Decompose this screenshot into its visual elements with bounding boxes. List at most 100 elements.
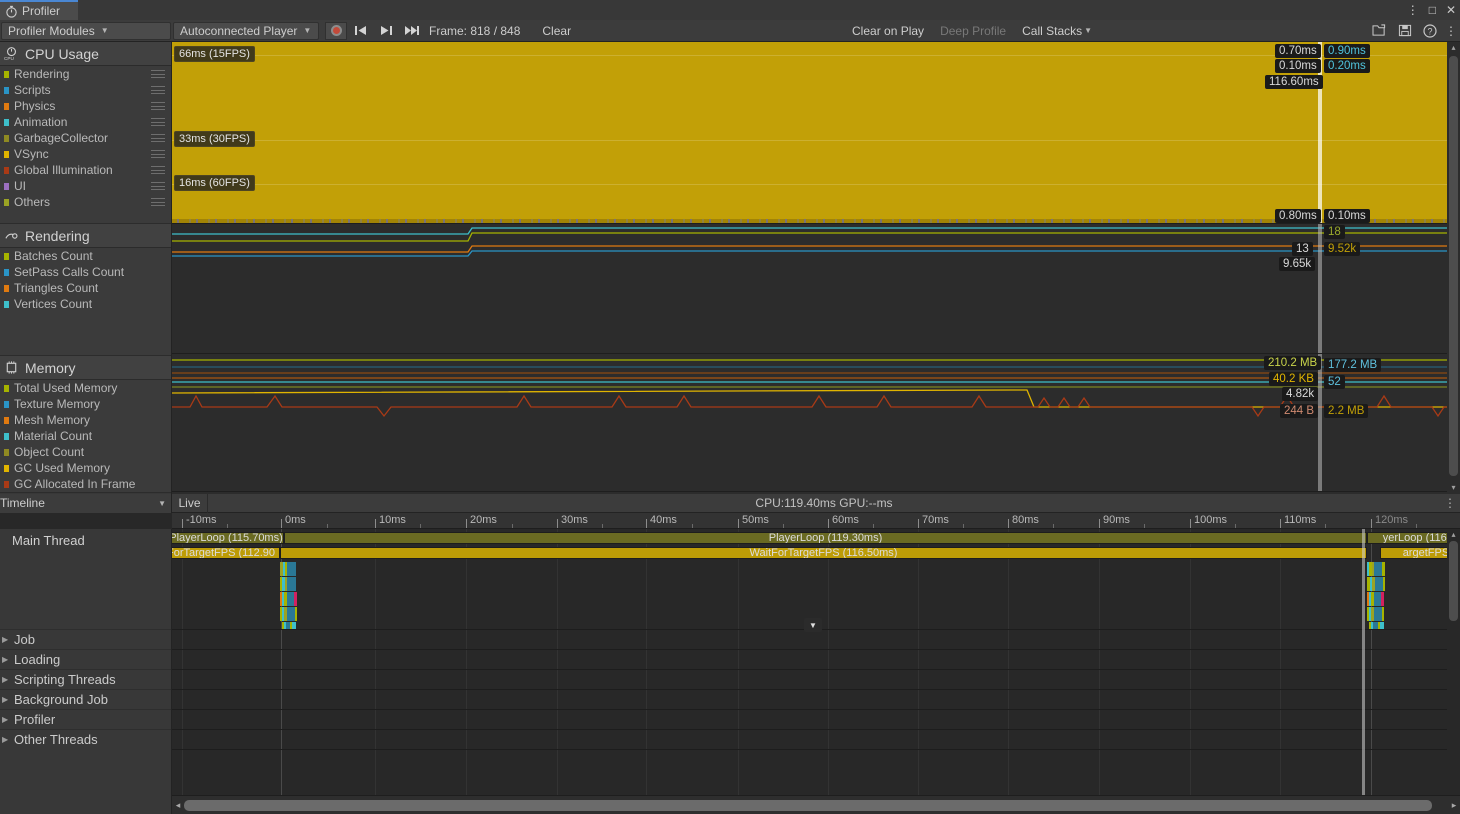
rendering-chart[interactable]: 13 9.65k 18 9.52k	[172, 224, 1460, 354]
expand-triangle-icon[interactable]: ▶	[2, 715, 10, 724]
tab-profiler[interactable]: Profiler	[0, 0, 78, 20]
thread-row-profiler[interactable]: ▶ Profiler	[0, 709, 171, 729]
thread-row-job[interactable]: ▶ Job	[0, 629, 171, 649]
counter-row[interactable]: Triangles Count	[0, 280, 171, 296]
module-header-cpu[interactable]: CPU CPU Usage	[0, 42, 171, 66]
counter-row[interactable]: Total Used Memory	[0, 380, 171, 396]
chevron-down-icon[interactable]: ▼	[1084, 26, 1092, 35]
drag-handle-icon[interactable]	[151, 150, 165, 158]
live-button[interactable]: Live	[172, 494, 208, 513]
thread-row-background-job[interactable]: ▶ Background Job	[0, 689, 171, 709]
window-kebab-icon[interactable]: ⋮	[1407, 4, 1419, 16]
counter-row[interactable]: Others	[0, 194, 171, 210]
drag-handle-icon[interactable]	[151, 86, 165, 94]
counter-row[interactable]: Mesh Memory	[0, 412, 171, 428]
record-button[interactable]	[325, 22, 347, 40]
frame-cursor[interactable]	[1318, 354, 1322, 492]
timeline-span[interactable]: PlayerLoop (119.30ms)	[284, 532, 1367, 544]
maximize-icon[interactable]: □	[1429, 4, 1436, 16]
timeline-frame-cursor[interactable]	[1362, 529, 1365, 795]
scroll-down-arrow-icon[interactable]: ▾	[1447, 482, 1460, 494]
last-frame-button[interactable]	[399, 22, 425, 40]
expand-flyout-button[interactable]: ▼	[804, 618, 822, 632]
counter-row[interactable]: Scripts	[0, 82, 171, 98]
timeline-span[interactable]: WaitForTargetFPS (116.50ms)	[280, 547, 1367, 559]
counter-row[interactable]: Rendering	[0, 66, 171, 82]
expand-triangle-icon[interactable]: ▶	[2, 635, 10, 644]
expand-triangle-icon[interactable]: ▶	[2, 655, 10, 664]
module-cpu-usage[interactable]: CPU CPU Usage Rendering Scripts Physics	[0, 42, 171, 224]
counter-row[interactable]: GC Allocated In Frame	[0, 476, 171, 492]
drag-handle-icon[interactable]	[151, 166, 165, 174]
drag-handle-icon[interactable]	[151, 102, 165, 110]
drag-handle-icon[interactable]	[151, 118, 165, 126]
first-frame-button[interactable]	[347, 22, 373, 40]
expand-triangle-icon[interactable]: ▶	[2, 735, 10, 744]
close-icon[interactable]: ✕	[1446, 4, 1456, 16]
charts-panel: 66ms (15FPS) 33ms (30FPS) 16ms (60FPS) 0…	[172, 42, 1460, 494]
timeline-ruler[interactable]: -10ms 0ms 10ms 20ms 30ms 40ms 50ms 60ms …	[172, 513, 1460, 529]
scroll-up-arrow-icon[interactable]: ▴	[1447, 529, 1460, 541]
counter-row[interactable]: Animation	[0, 114, 171, 130]
thread-row-other-threads[interactable]: ▶ Other Threads	[0, 729, 171, 749]
counter-row[interactable]: Global Illumination	[0, 162, 171, 178]
chevron-down-icon: ▼	[101, 26, 109, 35]
thread-label-main: Main Thread	[0, 533, 171, 548]
connection-target-dropdown[interactable]: Autoconnected Player ▼	[173, 22, 319, 40]
expand-triangle-icon[interactable]: ▶	[2, 695, 10, 704]
counter-row[interactable]: Vertices Count	[0, 296, 171, 312]
load-profile-icon[interactable]	[1367, 21, 1392, 41]
counter-row[interactable]: Batches Count	[0, 248, 171, 264]
timeline-span[interactable]: yerLoop (116.70m	[1367, 532, 1447, 544]
clear-on-play-toggle[interactable]: Clear on Play	[844, 22, 932, 40]
clear-button[interactable]: Clear	[534, 22, 579, 40]
counter-row[interactable]: SetPass Calls Count	[0, 264, 171, 280]
timeline-view-dropdown[interactable]: Timeline ▼	[0, 494, 172, 513]
thread-row-loading[interactable]: ▶ Loading	[0, 649, 171, 669]
counter-row[interactable]: Texture Memory	[0, 396, 171, 412]
charts-scroll-thumb[interactable]	[1449, 56, 1458, 476]
help-icon[interactable]: ?	[1417, 21, 1442, 41]
module-rendering[interactable]: Rendering Batches Count SetPass Calls Co…	[0, 224, 171, 356]
timeline-span[interactable]: ForTargetFPS (112.90	[172, 547, 280, 559]
drag-handle-icon[interactable]	[151, 198, 165, 206]
counter-row[interactable]: VSync	[0, 146, 171, 162]
hscroll-thumb[interactable]	[184, 800, 1432, 811]
scroll-right-arrow-icon[interactable]: ▸	[1448, 800, 1460, 811]
scroll-up-arrow-icon[interactable]: ▴	[1447, 42, 1460, 54]
drag-handle-icon[interactable]	[151, 134, 165, 142]
profiler-modules-dropdown[interactable]: Profiler Modules ▼	[1, 22, 171, 40]
timeline-canvas[interactable]: PlayerLoop (115.70ms) ForTargetFPS (112.…	[172, 529, 1447, 795]
save-profile-icon[interactable]	[1392, 21, 1417, 41]
timeline-horizontal-scrollbar[interactable]: ◂ ▸	[172, 795, 1460, 814]
memory-chart[interactable]: 210.2 MB 40.2 KB 4.82k 244 B 177.2 MB 52…	[172, 354, 1460, 492]
timeline-vertical-scrollbar[interactable]: ▴	[1447, 529, 1460, 795]
counter-row[interactable]: GarbageCollector	[0, 130, 171, 146]
expand-triangle-icon[interactable]: ▶	[2, 675, 10, 684]
charts-vertical-scrollbar[interactable]: ▴ ▾	[1447, 42, 1460, 494]
module-memory[interactable]: Memory Total Used Memory Texture Memory …	[0, 356, 171, 493]
next-frame-button[interactable]	[373, 22, 399, 40]
call-stacks-dropdown[interactable]: Call Stacks	[1014, 22, 1084, 40]
scroll-left-arrow-icon[interactable]: ◂	[172, 800, 184, 811]
frame-cursor[interactable]	[1318, 224, 1322, 354]
counter-row[interactable]: Physics	[0, 98, 171, 114]
timeline-span[interactable]: argetFPS (11	[1380, 547, 1447, 559]
counter-row[interactable]: Material Count	[0, 428, 171, 444]
deep-profile-toggle[interactable]: Deep Profile	[932, 22, 1014, 40]
module-header-rendering[interactable]: Rendering	[0, 224, 171, 248]
module-header-memory[interactable]: Memory	[0, 356, 171, 380]
counter-row[interactable]: Object Count	[0, 444, 171, 460]
thread-row-scripting-threads[interactable]: ▶ Scripting Threads	[0, 669, 171, 689]
counter-row[interactable]: GC Used Memory	[0, 460, 171, 476]
drag-handle-icon[interactable]	[151, 182, 165, 190]
timeline-scroll-thumb[interactable]	[1449, 541, 1458, 621]
hscroll-track[interactable]	[184, 800, 1448, 811]
timeline-more-options-icon[interactable]: ⋮	[1440, 496, 1460, 510]
timeline-span[interactable]: PlayerLoop (115.70ms)	[172, 532, 284, 544]
thread-main-group[interactable]: Main Thread	[0, 529, 171, 629]
more-options-icon[interactable]: ⋮	[1442, 21, 1460, 41]
counter-row[interactable]: UI	[0, 178, 171, 194]
drag-handle-icon[interactable]	[151, 70, 165, 78]
cpu-usage-chart[interactable]: 66ms (15FPS) 33ms (30FPS) 16ms (60FPS) 0…	[172, 42, 1460, 224]
